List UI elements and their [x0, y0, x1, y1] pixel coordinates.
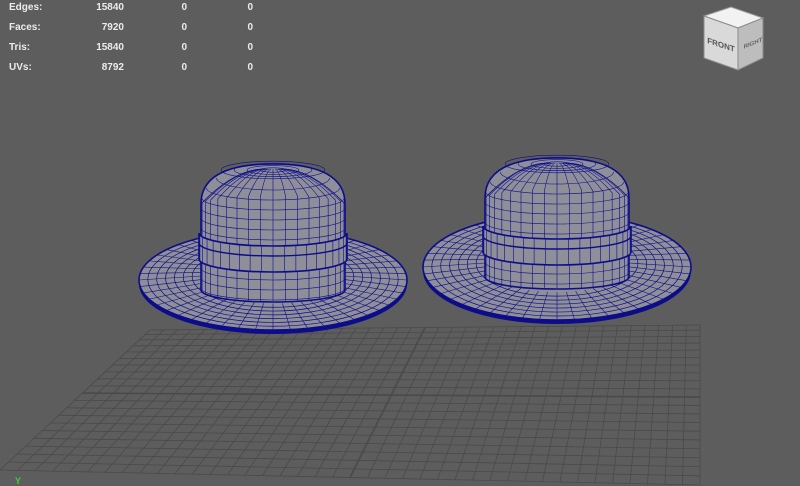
hud-value: 0: [124, 58, 187, 78]
hat-left-mesh[interactable]: [139, 161, 407, 334]
hud-value: 0: [187, 58, 253, 78]
hud-label: Faces:: [9, 18, 79, 38]
hud-value: 7920: [79, 18, 124, 38]
hud-value: 15840: [79, 0, 124, 18]
poly-count-hud: Edges: 15840 0 0 Faces: 7920 0 0 Tris: 1…: [9, 0, 253, 78]
hud-value: 0: [187, 38, 253, 58]
grid-line: [9, 462, 700, 476]
3d-viewport[interactable]: Edges: 15840 0 0 Faces: 7920 0 0 Tris: 1…: [0, 0, 800, 485]
grid-line: [665, 325, 673, 484]
hud-value: 0: [124, 38, 187, 58]
grid-line: [42, 431, 700, 440]
hud-value: 0: [187, 0, 253, 18]
hat-right-mesh[interactable]: [423, 155, 691, 324]
hud-value: 0: [187, 18, 253, 38]
hud-row-faces: Faces: 7920 0 0: [9, 18, 253, 38]
grid-line: [0, 470, 700, 485]
grid-line: [648, 325, 659, 484]
hud-label: Edges:: [9, 0, 79, 18]
hud-label: Tris:: [9, 38, 79, 58]
hud-value: 0: [124, 0, 187, 18]
grid-line: [35, 330, 178, 471]
hud-row-uvs: UVs: 8792 0 0: [9, 58, 253, 78]
hud-value: 8792: [79, 58, 124, 78]
hud-row-edges: Edges: 15840 0 0: [9, 0, 253, 18]
hud-label: UVs:: [9, 58, 79, 78]
hud-row-tris: Tris: 15840 0 0: [9, 38, 253, 58]
grid-line: [34, 438, 700, 448]
ground-grid: [0, 325, 700, 485]
grid-line: [630, 326, 645, 484]
view-cube[interactable]: FRONT RIGHT: [698, 2, 770, 74]
grid-line: [50, 423, 700, 431]
hud-value: 15840: [79, 38, 124, 58]
hud-value: 0: [124, 18, 187, 38]
grid-line: [683, 325, 687, 485]
grid-line: [53, 330, 192, 472]
